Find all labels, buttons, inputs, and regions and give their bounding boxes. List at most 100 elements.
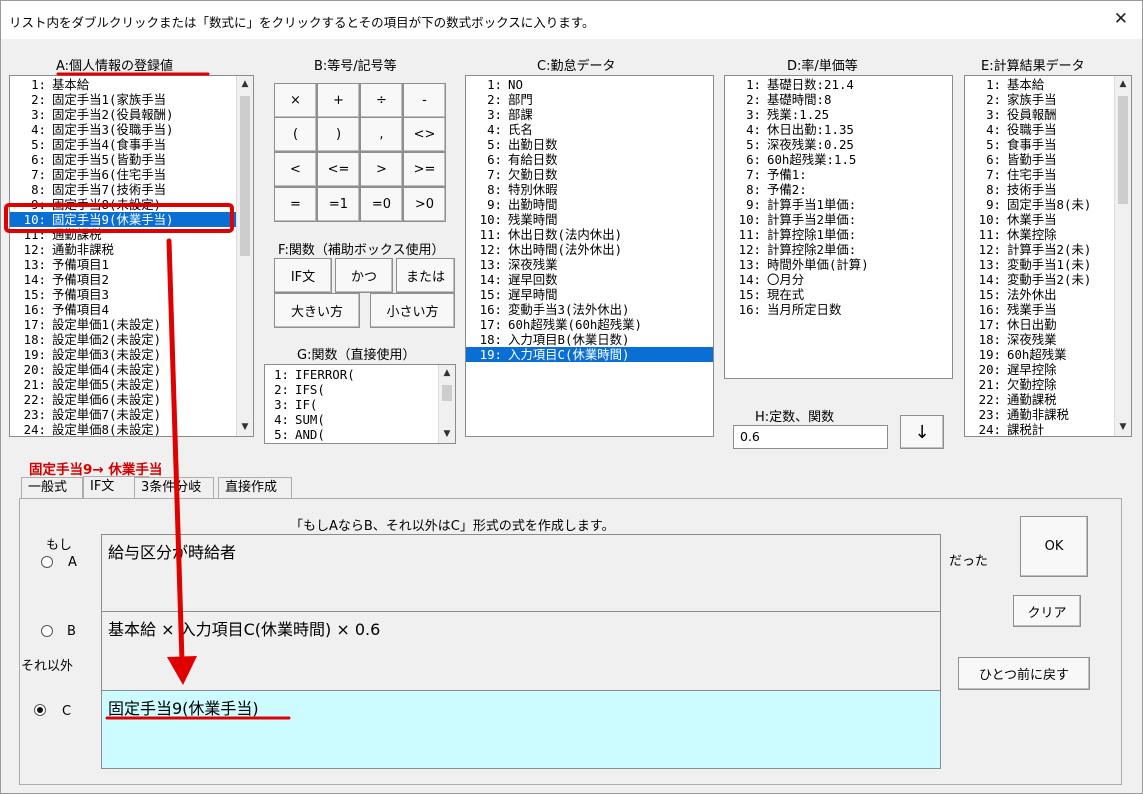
list-a-personal-info[interactable]: 1: 基本給 2: 固定手当1(家族手当 3: 固定手当2(役員報酬) 4: 固定手当3(役職… bbox=[9, 75, 254, 437]
list-item[interactable]: 4: 役職手当 bbox=[965, 122, 1131, 137]
list-item[interactable]: 2: 基礎時間:8 bbox=[725, 92, 952, 107]
list-item[interactable]: 2: 固定手当1(家族手当 bbox=[10, 92, 253, 107]
scroll-down-icon[interactable]: ▼ bbox=[1115, 419, 1131, 436]
list-item[interactable]: 23: 設定単価7(未設定) bbox=[10, 407, 253, 422]
radio-c[interactable] bbox=[34, 704, 46, 716]
list-e-scrollbar[interactable]: ▲ ▼ bbox=[1114, 76, 1131, 436]
list-g-scrollbar[interactable]: ▲ ▼ bbox=[438, 365, 455, 443]
list-item[interactable]: 17: 設定単価1(未設定) bbox=[10, 317, 253, 332]
list-item[interactable]: 14: 〇月分 bbox=[725, 272, 952, 287]
scroll-up-icon[interactable]: ▲ bbox=[1115, 76, 1131, 93]
list-item[interactable]: 1: NO bbox=[466, 77, 713, 92]
list-item[interactable]: 5: 深夜残業:0.25 bbox=[725, 137, 952, 152]
list-item[interactable]: 24: 設定単価8(未設定) bbox=[10, 422, 253, 436]
list-item[interactable]: 12: 計算控除2単価: bbox=[725, 242, 952, 257]
symbol-button[interactable]: =1 bbox=[317, 187, 360, 222]
list-item[interactable]: 1: 基礎日数:21.4 bbox=[725, 77, 952, 92]
ok-button[interactable]: OK bbox=[1020, 516, 1088, 577]
scroll-thumb[interactable] bbox=[442, 385, 452, 401]
list-item[interactable]: 11: 通勤課税 bbox=[10, 227, 253, 242]
list-item[interactable]: 20: 遅早控除 bbox=[965, 362, 1131, 377]
list-item[interactable]: 7: 固定手当6(住宅手当 bbox=[10, 167, 253, 182]
list-item[interactable]: 3: 残業:1.25 bbox=[725, 107, 952, 122]
list-item[interactable]: 10: 固定手当9(休業手当) bbox=[10, 212, 253, 227]
list-item[interactable]: 11: 計算控除1単価: bbox=[725, 227, 952, 242]
scroll-down-icon[interactable]: ▼ bbox=[237, 419, 253, 436]
max-function-button[interactable]: 大きい方 bbox=[274, 293, 360, 328]
list-item[interactable]: 19: 60h超残業 bbox=[965, 347, 1131, 362]
list-item[interactable]: 13: 深夜残業 bbox=[466, 257, 713, 272]
list-item[interactable]: 24: 課税計 bbox=[965, 422, 1131, 436]
list-item[interactable]: 3: IF( bbox=[265, 397, 455, 412]
list-item[interactable]: 10: 休業手当 bbox=[965, 212, 1131, 227]
symbol-button[interactable]: + bbox=[317, 83, 360, 118]
list-item[interactable]: 7: 住宅手当 bbox=[965, 167, 1131, 182]
list-item[interactable]: 8: 技術手当 bbox=[965, 182, 1131, 197]
list-item[interactable]: 6: 有給日数 bbox=[466, 152, 713, 167]
list-item[interactable]: 11: 休業控除 bbox=[965, 227, 1131, 242]
list-g-functions[interactable]: 1: IFERROR(2: IFS(3: IF(4: SUM(5: AND( ▲ ▼ bbox=[264, 364, 456, 444]
list-item[interactable]: 16: 変動手当3(法外休出) bbox=[466, 302, 713, 317]
list-item[interactable]: 5: AND( bbox=[265, 427, 455, 442]
list-item[interactable]: 14: 予備項目2 bbox=[10, 272, 253, 287]
or-function-button[interactable]: または bbox=[396, 258, 455, 293]
value-b-field[interactable]: 基本給 × 入力項目C(休業時間) × 0.6 bbox=[101, 611, 941, 691]
list-a-scrollbar[interactable]: ▲ ▼ bbox=[236, 76, 253, 436]
constant-input[interactable]: 0.6 bbox=[733, 425, 888, 449]
list-item[interactable]: 13: 予備項目1 bbox=[10, 257, 253, 272]
list-item[interactable]: 16: 当月所定日数 bbox=[725, 302, 952, 317]
list-item[interactable]: 15: 法外休出 bbox=[965, 287, 1131, 302]
list-item[interactable]: 8: 予備2: bbox=[725, 182, 952, 197]
symbol-button[interactable]: ( bbox=[274, 117, 317, 152]
symbol-button[interactable]: < bbox=[274, 152, 317, 187]
list-item[interactable]: 8: 固定手当7(技術手当 bbox=[10, 182, 253, 197]
list-item[interactable]: 12: 通勤非課税 bbox=[10, 242, 253, 257]
symbol-button[interactable]: <> bbox=[403, 117, 446, 152]
symbol-button[interactable]: = bbox=[274, 187, 317, 222]
symbol-button[interactable]: =0 bbox=[360, 187, 403, 222]
symbol-button[interactable]: , bbox=[360, 117, 403, 152]
list-item[interactable]: 1: 基本給 bbox=[10, 77, 253, 92]
list-item[interactable]: 1: IFERROR( bbox=[265, 367, 455, 382]
list-item[interactable]: 4: 氏名 bbox=[466, 122, 713, 137]
list-item[interactable]: 2: 部門 bbox=[466, 92, 713, 107]
and-function-button[interactable]: かつ bbox=[335, 258, 393, 293]
list-item[interactable]: 21: 欠勤控除 bbox=[965, 377, 1131, 392]
list-item[interactable]: 15: 現在式 bbox=[725, 287, 952, 302]
list-item[interactable]: 8: 特別休暇 bbox=[466, 182, 713, 197]
close-icon[interactable]: ✕ bbox=[1114, 9, 1128, 29]
list-item[interactable]: 4: 固定手当3(役職手当) bbox=[10, 122, 253, 137]
tab-direct[interactable]: 直接作成 bbox=[218, 477, 292, 499]
symbol-button[interactable]: ÷ bbox=[360, 83, 403, 118]
list-item[interactable]: 9: 計算手当1単価: bbox=[725, 197, 952, 212]
list-c-attendance[interactable]: 1: NO 2: 部門 3: 部課 4: 氏名 5: 出勤日数 6: 有給日数 7: 欠勤日数 8: 特別休暇… bbox=[465, 75, 714, 437]
list-item[interactable]: 14: 変動手当2(未) bbox=[965, 272, 1131, 287]
list-item[interactable]: 15: 予備項目3 bbox=[10, 287, 253, 302]
list-item[interactable]: 4: SUM( bbox=[265, 412, 455, 427]
list-item[interactable]: 3: 役員報酬 bbox=[965, 107, 1131, 122]
list-item[interactable]: 23: 通勤非課税 bbox=[965, 407, 1131, 422]
list-item[interactable]: 12: 計算手当2(未) bbox=[965, 242, 1131, 257]
min-function-button[interactable]: 小さい方 bbox=[370, 293, 455, 328]
list-item[interactable]: 17: 60h超残業(60h超残業) bbox=[466, 317, 713, 332]
list-d-rates[interactable]: 1: 基礎日数:21.4 2: 基礎時間:8 3: 残業:1.25 4: 休日出勤:1.35 5… bbox=[724, 75, 953, 379]
list-item[interactable]: 14: 遅早回数 bbox=[466, 272, 713, 287]
list-item[interactable]: 6: 固定手当5(皆勤手当 bbox=[10, 152, 253, 167]
symbol-button[interactable]: × bbox=[274, 83, 317, 118]
condition-a-field[interactable]: 給与区分が時給者 bbox=[101, 534, 941, 612]
radio-a[interactable] bbox=[41, 556, 53, 568]
if-function-button[interactable]: IF文 bbox=[274, 258, 332, 293]
scroll-up-icon[interactable]: ▲ bbox=[237, 76, 253, 93]
list-item[interactable]: 2: IFS( bbox=[265, 382, 455, 397]
list-item[interactable]: 18: 入力項目B(休業日数) bbox=[466, 332, 713, 347]
down-arrow-button[interactable]: ↓ bbox=[900, 415, 944, 449]
list-item[interactable]: 17: 休日出勤 bbox=[965, 317, 1131, 332]
undo-button[interactable]: ひとつ前に戻す bbox=[958, 657, 1090, 690]
list-item[interactable]: 19: 入力項目C(休業時間) bbox=[466, 347, 713, 362]
list-item[interactable]: 10: 計算手当2単価: bbox=[725, 212, 952, 227]
list-item[interactable]: 11: 休出日数(法内休出) bbox=[466, 227, 713, 242]
list-item[interactable]: 7: 予備1: bbox=[725, 167, 952, 182]
tab-3-branch[interactable]: 3条件分岐 bbox=[134, 477, 214, 499]
list-item[interactable]: 22: 設定単価6(未設定) bbox=[10, 392, 253, 407]
scroll-thumb[interactable] bbox=[1118, 96, 1128, 204]
